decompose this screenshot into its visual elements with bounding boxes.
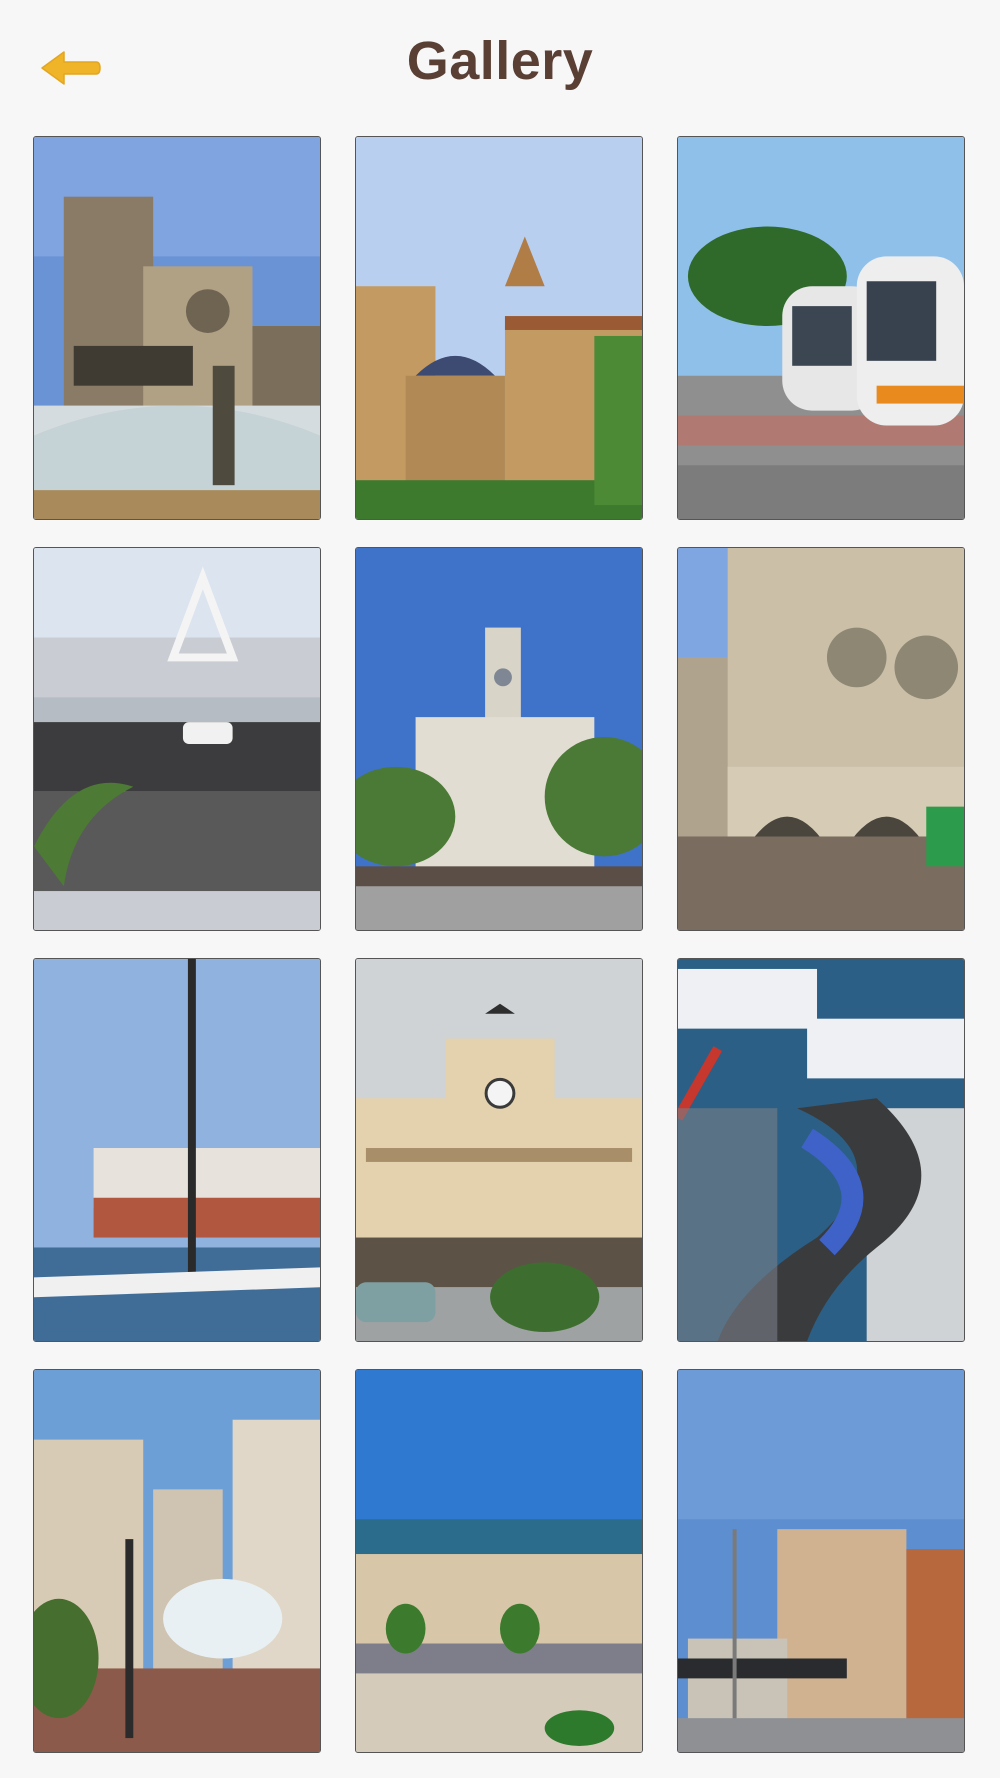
photo-tram[interactable] xyxy=(677,136,965,520)
photo-image xyxy=(678,1370,964,1752)
photo-image xyxy=(34,1370,320,1752)
photo-street-circuit-start[interactable] xyxy=(677,958,965,1342)
photo-north-station[interactable] xyxy=(355,958,643,1342)
photo-image xyxy=(678,959,964,1341)
photo-harbor-catamaran[interactable] xyxy=(33,958,321,1342)
photo-image xyxy=(678,137,964,519)
photo-image xyxy=(678,548,964,930)
photo-plaza-fountain[interactable] xyxy=(33,1369,321,1753)
header-bar: Gallery xyxy=(0,0,1000,130)
photo-image xyxy=(356,548,642,930)
photo-image xyxy=(356,959,642,1341)
photo-image xyxy=(34,137,320,519)
photo-image xyxy=(356,137,642,519)
photo-image xyxy=(34,548,320,930)
photo-cathedral-towers[interactable] xyxy=(355,136,643,520)
photo-image xyxy=(34,959,320,1341)
photo-city-hall-square[interactable] xyxy=(355,547,643,931)
page-title: Gallery xyxy=(406,31,594,91)
photo-image xyxy=(356,1370,642,1752)
photo-central-market[interactable] xyxy=(677,547,965,931)
photo-beach[interactable] xyxy=(355,1369,643,1753)
photo-cathedral-fountain[interactable] xyxy=(33,136,321,520)
photo-apartment-block[interactable] xyxy=(677,1369,965,1753)
photo-race-circuit-bridge[interactable] xyxy=(33,547,321,931)
